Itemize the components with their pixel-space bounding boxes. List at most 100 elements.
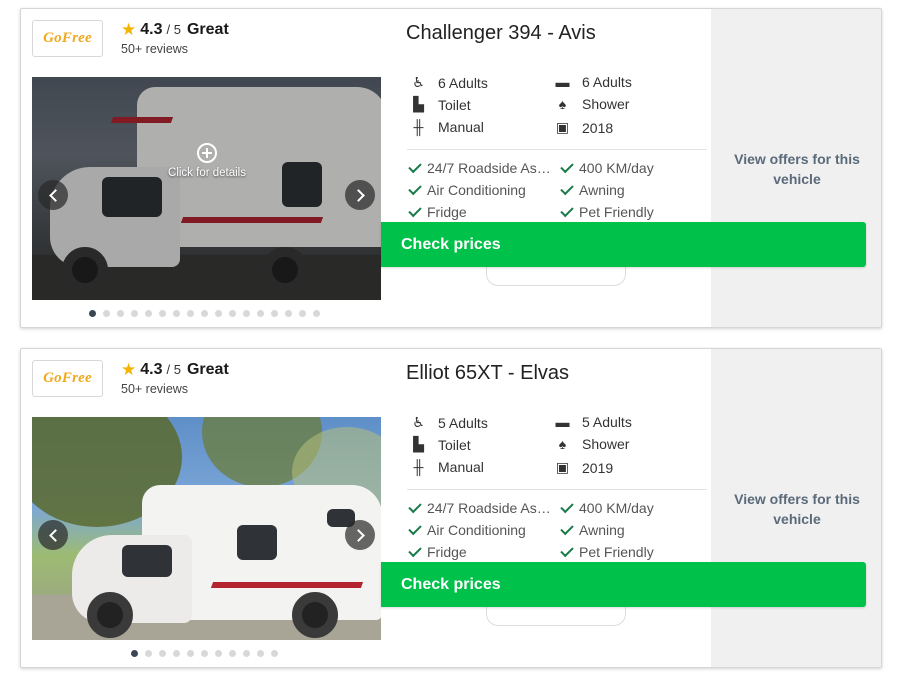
carousel-dot[interactable] — [89, 310, 96, 317]
feature-item: Fridge — [408, 203, 467, 220]
zoom-icon — [197, 143, 217, 163]
zoom-hint-label: Click for details — [168, 167, 246, 179]
carousel-dot[interactable] — [215, 310, 222, 317]
carousel-dot[interactable] — [187, 310, 194, 317]
rating: ★ 4.3 / 5 Great — [121, 360, 229, 379]
spec-beds: ▬ 6 Adults — [553, 74, 632, 90]
rating-score: 4.3 — [140, 21, 163, 38]
carousel-dot[interactable] — [145, 310, 152, 317]
carousel-dot[interactable] — [243, 310, 250, 317]
rating-word: Great — [186, 21, 229, 38]
spec-seats: ♿ 5 Adults — [409, 414, 488, 431]
carousel-dot[interactable] — [103, 310, 110, 317]
carousel-dot[interactable] — [173, 650, 180, 657]
review-count: 50+ reviews — [121, 382, 189, 396]
rating-scale: / 5 — [166, 362, 181, 377]
check-icon — [408, 203, 422, 217]
carousel-dot[interactable] — [145, 650, 152, 657]
supplier-logo-text: GoFree — [43, 30, 92, 46]
offers-panel: View offers for this vehicle — [711, 349, 881, 667]
carousel-dot[interactable] — [285, 310, 292, 317]
carousel-dot[interactable] — [159, 650, 166, 657]
carousel-prev-button[interactable] — [38, 520, 68, 550]
spec-transmission: ╫ Manual — [409, 119, 484, 135]
bed-icon: ▬ — [555, 74, 570, 90]
carousel-dot[interactable] — [271, 310, 278, 317]
star-icon: ★ — [121, 360, 137, 379]
vehicle-title: Elliot 65XT - Elvas — [406, 362, 570, 384]
feature-item: 400 KM/day — [560, 159, 654, 176]
carousel-dot[interactable] — [257, 650, 264, 657]
carousel-dot[interactable] — [117, 310, 124, 317]
seat-icon: ♿ — [412, 74, 425, 90]
check-icon — [560, 159, 574, 173]
check-icon — [408, 499, 422, 513]
spec-beds: ▬ 5 Adults — [553, 414, 632, 430]
view-offers-link[interactable]: View offers for this vehicle — [727, 149, 867, 189]
toilet-icon: ▙ — [413, 96, 424, 112]
carousel-dot[interactable] — [201, 310, 208, 317]
chevron-right-icon — [351, 188, 365, 202]
star-icon: ★ — [121, 20, 137, 39]
feature-item: Air Conditioning — [408, 521, 526, 538]
vehicle-photo[interactable] — [32, 417, 381, 640]
carousel-dot[interactable] — [299, 310, 306, 317]
hidden-button-edge — [486, 604, 626, 626]
carousel-dot[interactable] — [159, 310, 166, 317]
rating: ★ 4.3 / 5 Great — [121, 20, 229, 39]
feature-item: Awning — [560, 521, 625, 538]
carousel-next-button[interactable] — [345, 180, 375, 210]
supplier-logo: GoFree — [32, 360, 103, 397]
check-icon — [560, 499, 574, 513]
check-icon — [560, 543, 574, 557]
rating-word: Great — [186, 361, 229, 378]
carousel-dot[interactable] — [313, 310, 320, 317]
carousel-dot[interactable] — [187, 650, 194, 657]
check-icon — [560, 521, 574, 535]
camper-icon: ▣ — [555, 119, 570, 135]
supplier-logo-text: GoFree — [43, 370, 92, 386]
carousel-dot[interactable] — [173, 310, 180, 317]
carousel-dot[interactable] — [131, 650, 138, 657]
review-count: 50+ reviews — [121, 42, 189, 56]
view-offers-link[interactable]: View offers for this vehicle — [727, 489, 867, 529]
spec-toilet: ▙ Toilet — [409, 436, 471, 453]
spec-seats: ♿ 6 Adults — [409, 74, 488, 91]
feature-item: 400 KM/day — [560, 499, 654, 516]
chevron-left-icon — [48, 528, 62, 542]
camper-icon: ▣ — [555, 459, 570, 475]
carousel-dot[interactable] — [229, 650, 236, 657]
wheel — [87, 592, 133, 638]
carousel-dot[interactable] — [131, 310, 138, 317]
carousel-dot[interactable] — [271, 650, 278, 657]
feature-item: 24/7 Roadside As… — [408, 159, 551, 176]
bed-icon: ▬ — [555, 414, 570, 430]
feature-item: Fridge — [408, 543, 467, 560]
carousel-dot[interactable] — [215, 650, 222, 657]
seat-icon: ♿ — [412, 414, 425, 430]
shower-icon: ♠ — [558, 436, 567, 452]
check-icon — [560, 181, 574, 195]
carousel-dot[interactable] — [229, 310, 236, 317]
carousel-next-button[interactable] — [345, 520, 375, 550]
carousel-dot[interactable] — [243, 650, 250, 657]
listing-card[interactable]: GoFree ★ 4.3 / 5 Great 50+ reviews Ellio… — [20, 348, 882, 668]
vehicle-photo[interactable]: Click for details — [32, 77, 381, 300]
feature-item: Air Conditioning — [408, 181, 526, 198]
listing-card[interactable]: GoFree ★ 4.3 / 5 Great 50+ reviews Click… — [20, 8, 882, 328]
chevron-left-icon — [48, 188, 62, 202]
supplier-logo: GoFree — [32, 20, 103, 57]
chevron-right-icon — [351, 528, 365, 542]
hidden-button-edge — [486, 264, 626, 286]
carousel-dot[interactable] — [257, 310, 264, 317]
check-prices-button[interactable]: Check prices — [381, 222, 866, 267]
check-icon — [408, 181, 422, 195]
check-icon — [408, 543, 422, 557]
zoom-hint[interactable]: Click for details — [162, 143, 252, 179]
check-prices-button[interactable]: Check prices — [381, 562, 866, 607]
feature-item: Pet Friendly — [560, 203, 654, 220]
carousel-prev-button[interactable] — [38, 180, 68, 210]
carousel-dot[interactable] — [201, 650, 208, 657]
carousel-dots — [131, 650, 278, 657]
divider — [407, 149, 707, 150]
